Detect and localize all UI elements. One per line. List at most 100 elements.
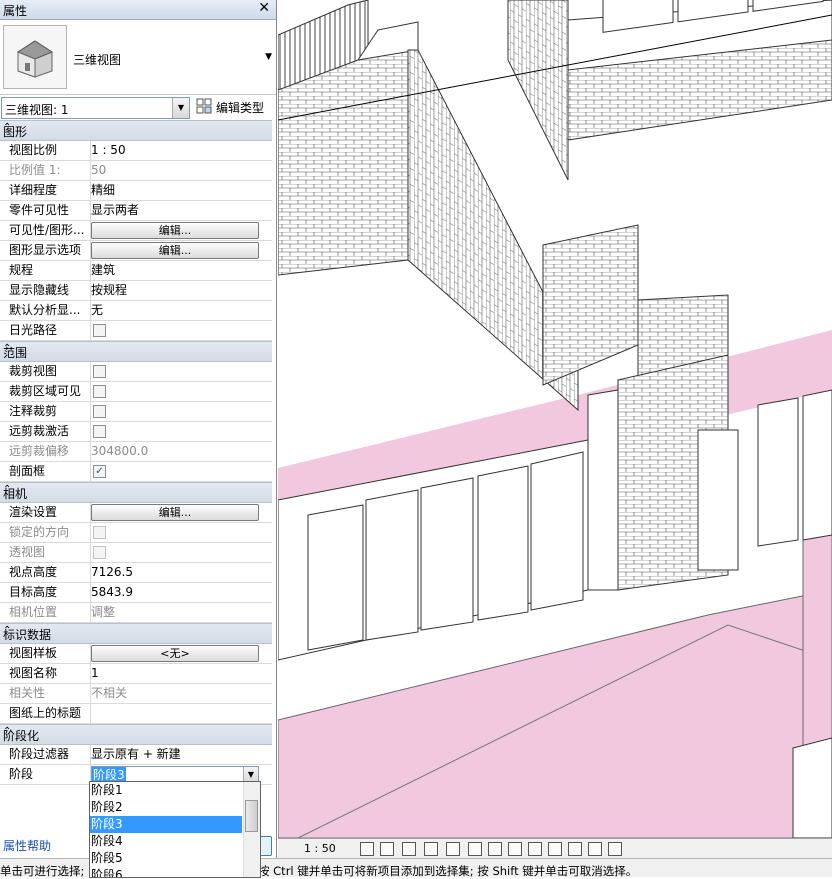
group-header[interactable]: 范围 ⌃: [0, 341, 272, 362]
visual-style-icon[interactable]: [380, 842, 394, 856]
property-row: 注释裁剪: [0, 402, 272, 422]
phase-option[interactable]: 阶段3: [90, 816, 242, 833]
instance-select[interactable]: 三维视图: 1 ▼: [1, 97, 190, 119]
reveal-hidden-icon[interactable]: [548, 842, 562, 856]
crop-view-icon[interactable]: [468, 842, 482, 856]
property-row: 显示隐藏线 按规程: [0, 281, 272, 301]
chevron-down-icon[interactable]: ▼: [265, 52, 272, 62]
3d-view-canvas[interactable]: [278, 0, 832, 838]
property-name: 相关性: [0, 684, 91, 703]
group-header[interactable]: 阶段化 ⌃: [0, 724, 272, 745]
chevron-down-icon[interactable]: ▼: [172, 98, 189, 118]
phase-option[interactable]: 阶段4: [90, 833, 242, 850]
property-name: 裁剪区域可见: [0, 382, 91, 401]
property-edit-button[interactable]: 编辑...: [91, 222, 259, 239]
property-row: 相关性 不相关: [0, 684, 272, 704]
property-checkbox[interactable]: [93, 324, 106, 337]
property-row: 远剪裁偏移 304800.0: [0, 442, 272, 462]
property-row: 图纸上的标题: [0, 704, 272, 724]
properties-panel: 属性 ✕ 三维视图 ▼ 三维视图: 1 ▼ 编辑类型 图形 ⌃ 视图比例 1:…: [0, 0, 277, 878]
group-header[interactable]: 标识数据 ⌃: [0, 623, 272, 644]
property-checkbox[interactable]: [93, 385, 106, 398]
close-icon[interactable]: ✕: [258, 0, 270, 16]
property-name: 阶段: [0, 765, 91, 784]
dropdown-scrollbar[interactable]: [243, 782, 260, 877]
detail-level-icon[interactable]: [360, 842, 374, 856]
phase-option[interactable]: 阶段2: [90, 799, 242, 816]
type-selector[interactable]: 三维视图 ▼: [0, 20, 276, 95]
property-value[interactable]: 显示原有 + 新建: [91, 745, 181, 764]
property-value[interactable]: 显示两者: [91, 201, 139, 220]
house-icon: [3, 25, 67, 89]
property-row: 剖面框 ✓: [0, 462, 272, 482]
phase-option[interactable]: 阶段6: [90, 867, 242, 877]
property-row: 裁剪视图: [0, 362, 272, 382]
property-value[interactable]: 按规程: [91, 281, 127, 300]
property-value[interactable]: 7126.5: [91, 563, 133, 582]
property-name: 视点高度: [0, 563, 91, 582]
property-value[interactable]: 5843.9: [91, 583, 133, 602]
analytical-model-icon[interactable]: [568, 842, 582, 856]
highlight-displacement-icon[interactable]: [588, 842, 602, 856]
property-checkbox[interactable]: [93, 365, 106, 378]
view-control-bar: 1 : 50: [278, 838, 832, 859]
property-value[interactable]: 无: [91, 301, 103, 320]
rendering-icon[interactable]: [446, 842, 460, 856]
phase-option[interactable]: 阶段1: [90, 782, 242, 799]
edit-type-icon: [196, 98, 212, 114]
property-edit-button[interactable]: 编辑...: [91, 242, 259, 259]
edit-type-label: 编辑类型: [216, 101, 265, 115]
property-name: 图形显示选项: [0, 241, 91, 260]
lock-3d-icon[interactable]: [508, 842, 522, 856]
view-scale[interactable]: 1 : 50: [304, 842, 336, 855]
property-name: 视图样板: [0, 644, 91, 663]
property-name: 视图比例: [0, 141, 91, 160]
property-edit-button[interactable]: <无>: [91, 645, 259, 662]
temporary-hide-icon[interactable]: [528, 842, 542, 856]
property-name: 图纸上的标题: [0, 704, 91, 723]
property-name: 日光路径: [0, 321, 91, 340]
properties-titlebar: 属性 ✕: [0, 0, 276, 20]
property-row: 日光路径: [0, 321, 272, 341]
property-row: 视点高度 7126.5: [0, 563, 272, 583]
property-value[interactable]: 1 : 50: [91, 141, 126, 160]
property-name: 相机位置: [0, 603, 91, 622]
properties-help-link[interactable]: 属性帮助: [3, 837, 51, 854]
property-checkbox[interactable]: ✓: [93, 465, 106, 478]
property-row: 阶段过滤器 显示原有 + 新建: [0, 745, 272, 765]
property-row: 相机位置 调整: [0, 603, 272, 623]
collapse-icon[interactable]: ⌃: [3, 726, 268, 737]
property-value[interactable]: 1: [91, 664, 99, 683]
property-checkbox[interactable]: [93, 405, 106, 418]
scroll-thumb[interactable]: [245, 800, 258, 832]
property-name: 默认分析显...: [0, 301, 91, 320]
property-name: 显示隐藏线: [0, 281, 91, 300]
collapse-icon[interactable]: ⌃: [3, 484, 268, 495]
property-value[interactable]: 建筑: [91, 261, 115, 280]
shadows-icon[interactable]: [424, 842, 438, 856]
property-row: 远剪裁激活: [0, 422, 272, 442]
group-header[interactable]: 相机 ⌃: [0, 482, 272, 503]
group-header[interactable]: 图形 ⌃: [0, 120, 272, 141]
property-value[interactable]: 精细: [91, 181, 115, 200]
sun-path-icon[interactable]: [402, 842, 416, 856]
property-name: 视图名称: [0, 664, 91, 683]
property-name: 注释裁剪: [0, 402, 91, 421]
phase-dropdown-list[interactable]: 阶段1 阶段2 阶段3 阶段4 阶段5 阶段6: [89, 781, 261, 878]
phase-option[interactable]: 阶段5: [90, 850, 242, 867]
property-row: 透视图: [0, 543, 272, 563]
collapse-icon[interactable]: ⌃: [3, 122, 268, 133]
property-name: 零件可见性: [0, 201, 91, 220]
collapse-icon[interactable]: ⌃: [3, 343, 268, 354]
property-value: 调整: [91, 605, 116, 619]
property-name: 锁定的方向: [0, 523, 91, 542]
status-right: 按 Ctrl 键并单击可将新项目添加到选择集; 按 Shift 键并单击可取消选…: [258, 864, 638, 878]
property-row: 目标高度 5843.9: [0, 583, 272, 603]
property-row: 视图样板 <无>: [0, 644, 272, 664]
property-edit-button[interactable]: 编辑...: [91, 504, 259, 521]
collapse-icon[interactable]: ⌃: [3, 625, 268, 636]
show-crop-icon[interactable]: [488, 842, 502, 856]
worksharing-icon[interactable]: [608, 842, 622, 856]
property-checkbox[interactable]: [93, 425, 106, 438]
property-value: 50: [91, 163, 107, 177]
